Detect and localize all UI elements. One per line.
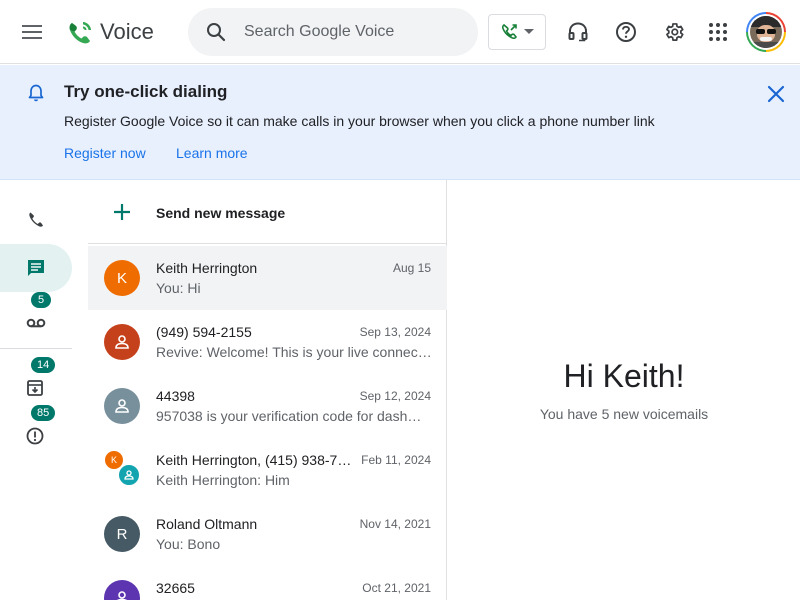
apps-launcher-button[interactable] (706, 20, 730, 44)
learn-more-link[interactable]: Learn more (176, 145, 248, 161)
support-button[interactable] (566, 20, 590, 44)
greeting-heading: Hi Keith! (563, 358, 685, 394)
voicemail-icon (26, 318, 46, 328)
settings-button[interactable] (662, 20, 686, 44)
nav-messages[interactable] (0, 244, 72, 292)
spam-report-icon (26, 427, 44, 445)
contact-avatar: K (104, 260, 140, 296)
conversation-date: Sep 12, 2024 (359, 389, 431, 403)
search-input[interactable] (244, 20, 464, 44)
conversation-name: Keith Herrington, (415) 938-7… (156, 452, 352, 468)
conversation-item[interactable]: 44398 Sep 12, 2024 957038 is your verifi… (88, 374, 447, 438)
main-pane: Hi Keith! You have 5 new voicemails (448, 180, 800, 600)
rail-divider (0, 348, 72, 349)
conversation-date: Oct 21, 2021 (362, 581, 431, 595)
plus-icon (114, 204, 130, 220)
conversation-item[interactable]: K Keith Herrington Aug 15 You: Hi (88, 246, 447, 310)
person-icon (124, 470, 134, 480)
nav-voicemail[interactable] (0, 292, 72, 340)
conversation-name: (949) 594-2155 (156, 324, 252, 340)
close-icon[interactable] (765, 83, 787, 105)
search-icon[interactable] (204, 20, 228, 44)
contact-avatar: R (104, 516, 140, 552)
product-name: Voice (100, 19, 154, 44)
search-bar[interactable] (188, 8, 478, 56)
phone-icon (29, 212, 43, 227)
google-voice-logo-icon[interactable] (66, 19, 94, 47)
conversation-preview: Keith Herrington: Him (156, 472, 290, 488)
main-menu-button[interactable] (20, 20, 44, 44)
user-photo (750, 16, 782, 48)
bell-icon (28, 84, 44, 102)
contact-avatar (104, 324, 140, 360)
voicemail-summary: You have 5 new voicemails (539, 406, 709, 422)
help-icon (616, 22, 636, 42)
contact-avatar (118, 464, 140, 486)
hamburger-menu-icon (22, 25, 42, 39)
conversation-name: 44398 (156, 388, 195, 404)
help-button[interactable] (614, 20, 638, 44)
message-icon (28, 260, 44, 276)
conversation-name: Keith Herrington (156, 260, 258, 276)
headset-icon (568, 22, 588, 42)
chevron-down-icon (524, 29, 534, 34)
person-icon (117, 591, 127, 600)
contact-avatar (104, 388, 140, 424)
conversation-preview: You: Bono (156, 536, 221, 552)
conversation-preview: You: Hi (156, 280, 201, 296)
conversation-date: Sep 13, 2024 (359, 325, 431, 339)
conversation-list: Send new message K Keith Herrington Aug … (88, 180, 447, 600)
conversation-date: Nov 14, 2021 (359, 517, 431, 531)
conversation-name: 32665 (156, 580, 195, 596)
nav-spam[interactable] (0, 405, 72, 453)
banner-description: Register Google Voice so it can make cal… (64, 113, 655, 129)
phone-forwarded-icon (502, 24, 517, 39)
contact-avatar (104, 580, 140, 600)
send-new-message-button[interactable]: Send new message (88, 180, 447, 244)
app-header: Voice (0, 0, 800, 64)
gear-icon (666, 23, 684, 41)
navigation-rail: 5 14 85 (0, 180, 88, 600)
person-icon (115, 335, 129, 349)
conversation-item[interactable]: (949) 594-2155 Sep 13, 2024 Revive: Welc… (88, 310, 447, 374)
nav-calls[interactable] (0, 196, 72, 244)
send-new-message-label: Send new message (156, 205, 286, 221)
archive-icon (27, 380, 43, 396)
conversation-item[interactable]: 32665 Oct 21, 2021 (88, 566, 447, 600)
banner-title: Try one-click dialing (64, 82, 228, 101)
conversation-date: Aug 15 (392, 261, 431, 275)
conversation-date: Feb 11, 2024 (361, 453, 431, 467)
group-avatar: K (104, 450, 144, 490)
one-click-dialing-banner: Try one-click dialing Register Google Vo… (0, 65, 800, 180)
conversation-preview: 957038 is your verification code for das… (156, 408, 422, 424)
register-now-link[interactable]: Register now (64, 145, 146, 161)
call-status-dropdown[interactable] (488, 14, 546, 50)
account-avatar[interactable] (746, 12, 786, 52)
conversation-name: Roland Oltmann (156, 516, 258, 532)
apps-grid-icon (709, 23, 727, 41)
conversation-preview: Revive: Welcome! This is your live conne… (156, 344, 432, 360)
nav-archive[interactable] (0, 357, 72, 405)
conversation-item[interactable]: K Keith Herrington, (415) 938-7… Feb 11,… (88, 438, 447, 502)
conversation-item[interactable]: R Roland Oltmann Nov 14, 2021 You: Bono (88, 502, 447, 566)
person-icon (115, 399, 129, 413)
